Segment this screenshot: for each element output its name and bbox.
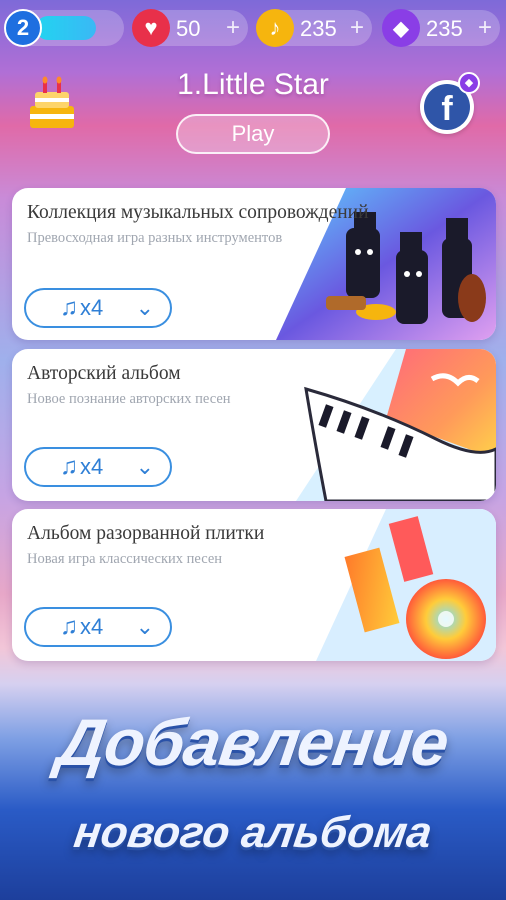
album-subtitle: Новое познание авторских песен — [27, 391, 231, 407]
chevron-down-icon: ⌄ — [135, 614, 154, 639]
chevron-down-icon: ⌄ — [135, 454, 154, 479]
song-count-dropdown[interactable]: ♫ x4 ⌄ — [24, 288, 172, 328]
level-badge: 2 — [4, 9, 42, 47]
level-progress: 2 — [4, 9, 124, 47]
album-title: Альбом разорванной плитки — [27, 523, 265, 544]
song-count: x4 — [80, 295, 104, 320]
album-subtitle: Превосходная игра разных инструментов — [27, 230, 283, 246]
music-note-icon: ♪ — [256, 9, 294, 47]
diamond-icon: ◆ — [458, 72, 480, 94]
level-value: 2 — [16, 15, 30, 40]
diamond-icon: ◆ — [382, 9, 420, 47]
album-card-accompaniment[interactable]: Коллекция музыкальных сопровождений Прев… — [12, 188, 496, 340]
play-button[interactable]: Play — [176, 114, 330, 154]
notes-value: 235 — [300, 16, 337, 41]
music-notes-icon: ♫ — [60, 294, 78, 321]
music-notes-icon: ♫ — [60, 453, 78, 480]
album-art-tiles — [316, 509, 496, 661]
music-notes-icon: ♫ — [60, 613, 78, 640]
album-title: Авторский альбом — [27, 363, 181, 384]
gems-counter[interactable]: ◆ 235 + — [382, 9, 500, 47]
resource-bar: 2 ♥ 50 + ♪ 235 + ◆ 235 + — [0, 8, 506, 48]
gems-value: 235 — [426, 16, 463, 41]
lives-counter[interactable]: ♥ 50 + — [132, 9, 248, 47]
song-count-dropdown[interactable]: ♫ x4 ⌄ — [24, 607, 172, 647]
album-title: Коллекция музыкальных сопровождений — [27, 202, 369, 223]
promo-headline: Добавление — [53, 705, 453, 779]
song-count-dropdown[interactable]: ♫ x4 ⌄ — [24, 447, 172, 487]
album-card-author[interactable]: Авторский альбом Новое познание авторски… — [12, 349, 496, 501]
album-card-broken-tiles[interactable]: Альбом разорванной плитки Новая игра кла… — [12, 509, 496, 661]
song-count: x4 — [80, 614, 104, 639]
song-count: x4 — [80, 454, 104, 479]
add-lives-button[interactable]: + — [226, 14, 240, 42]
add-gems-button[interactable]: + — [478, 14, 492, 42]
album-art-piano — [296, 349, 496, 501]
promo-subheadline: нового альбома — [71, 808, 435, 857]
notes-counter[interactable]: ♪ 235 + — [256, 9, 372, 47]
album-subtitle: Новая игра классических песен — [27, 551, 223, 567]
level-progress-bar — [36, 16, 96, 40]
add-notes-button[interactable]: + — [350, 14, 364, 42]
chevron-down-icon: ⌄ — [135, 295, 154, 320]
lives-value: 50 — [176, 16, 201, 41]
heart-icon: ♥ — [132, 9, 170, 47]
